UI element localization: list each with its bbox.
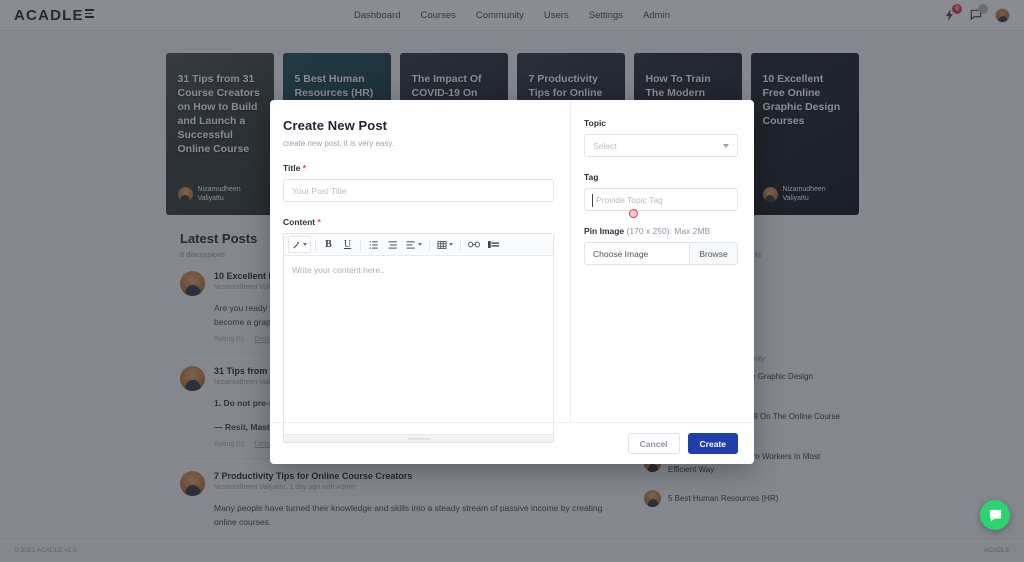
pin-image-label: Pin Image (170 x 250): Max 2MB	[584, 226, 738, 236]
bold-icon[interactable]: B	[320, 236, 337, 253]
chevron-down-icon	[449, 243, 453, 246]
unordered-list-icon[interactable]	[365, 236, 382, 253]
editor-toolbar: B U	[284, 234, 553, 256]
modal-title: Create New Post	[283, 118, 388, 133]
topic-field-label: Topic	[584, 118, 607, 128]
underline-icon[interactable]: U	[339, 236, 356, 253]
file-name-field[interactable]: Choose Image	[585, 243, 689, 264]
toolbar-divider	[360, 238, 361, 251]
content-editor-textarea[interactable]: Write your content here..	[284, 256, 553, 434]
topic-select-value: Select	[593, 140, 617, 151]
modal-right-column: Topic Select Tag Provide Topic Tag Pin I…	[570, 100, 754, 422]
browse-button[interactable]: Browse	[689, 243, 737, 264]
title-label-text: Title	[283, 163, 301, 173]
modal-body: Create New Post create new post. it is v…	[270, 100, 754, 443]
content-required-marker: *	[317, 217, 321, 227]
pin-image-hint: (170 x 250): Max 2MB	[626, 226, 711, 236]
post-title-placeholder: Your Post Title	[292, 185, 347, 196]
chevron-down-icon	[303, 243, 307, 246]
title-field-label: Title *	[283, 163, 554, 173]
modal-subtitle: create new post. it is very easy.	[283, 139, 395, 148]
create-new-post-modal: Create New Post create new post. it is v…	[270, 100, 754, 464]
image-icon[interactable]	[485, 236, 502, 253]
align-icon[interactable]	[403, 236, 425, 253]
toolbar-divider	[315, 238, 316, 251]
toolbar-divider	[460, 238, 461, 251]
chat-bubble-icon	[989, 509, 1001, 521]
post-title-input[interactable]: Your Post Title	[283, 179, 554, 202]
title-required-marker: *	[302, 163, 307, 173]
style-picker-icon[interactable]	[288, 236, 311, 253]
table-icon[interactable]	[434, 236, 456, 253]
chat-widget-button[interactable]	[980, 500, 1010, 530]
tag-field-label: Tag	[584, 172, 599, 182]
text-cursor	[592, 194, 593, 207]
content-label-text: Content	[283, 217, 316, 227]
click-indicator	[629, 209, 638, 218]
content-placeholder: Write your content here..	[292, 265, 385, 275]
cancel-button[interactable]: Cancel	[627, 433, 680, 454]
content-field-label: Content *	[283, 217, 554, 227]
pin-image-file-picker[interactable]: Choose Image Browse	[584, 242, 738, 265]
create-button[interactable]: Create	[687, 433, 738, 454]
tag-input[interactable]: Provide Topic Tag	[584, 188, 738, 218]
tag-placeholder: Provide Topic Tag	[596, 194, 663, 205]
content-editor: B U Write your content here..	[283, 233, 554, 443]
chevron-down-icon	[723, 143, 729, 148]
ordered-list-icon[interactable]	[384, 236, 401, 253]
chevron-down-icon	[418, 243, 422, 246]
pin-image-label-text: Pin Image	[584, 226, 625, 236]
modal-left-column: Create New Post create new post. it is v…	[270, 100, 570, 443]
link-icon[interactable]	[465, 236, 483, 253]
toolbar-divider	[429, 238, 430, 251]
topic-select[interactable]: Select	[584, 134, 738, 157]
modal-footer: Cancel Create	[270, 422, 754, 464]
